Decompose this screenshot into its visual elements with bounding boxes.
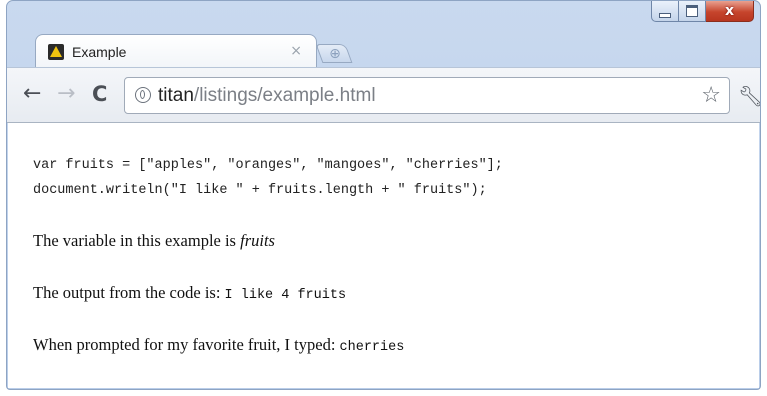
browser-window: x Example × ⊕ ← → C titan/listings/examp…	[6, 0, 761, 390]
reload-button[interactable]: C	[92, 82, 107, 106]
paragraph-prompt: When prompted for my favorite fruit, I t…	[33, 335, 404, 355]
forward-button[interactable]: →	[57, 82, 75, 106]
toolbar: ← → C titan/listings/example.html ☆ 🔧︎	[7, 67, 760, 123]
typed-value: cherries	[339, 340, 405, 355]
variable-name: fruits	[240, 231, 275, 250]
paragraph-output: The output from the code is: I like 4 fr…	[33, 283, 346, 303]
address-bar[interactable]: titan/listings/example.html ☆	[124, 77, 730, 114]
output-value: I like 4 fruits	[224, 288, 347, 303]
tab-title: Example	[72, 44, 127, 60]
minimize-icon	[659, 12, 671, 18]
paragraph-text: The variable in this example is	[33, 231, 241, 250]
window-controls: x	[651, 1, 754, 22]
wrench-menu-icon[interactable]: 🔧︎	[738, 84, 760, 108]
maximize-icon	[686, 5, 698, 17]
back-button[interactable]: ←	[23, 82, 41, 106]
code-block: var fruits = ["apples", "oranges", "mang…	[33, 153, 503, 203]
paragraph-variable: The variable in this example is fruits	[33, 231, 275, 251]
tab-example[interactable]: Example ×	[35, 34, 317, 68]
plus-icon: ⊕	[329, 46, 341, 62]
page-content: var fruits = ["apples", "oranges", "mang…	[8, 123, 759, 388]
url-host: titan	[158, 85, 194, 106]
favicon-icon	[48, 44, 64, 60]
minimize-button[interactable]	[651, 1, 679, 22]
code-line: document.writeln("I like " + fruits.leng…	[33, 183, 487, 198]
paragraph-text: When prompted for my favorite fruit, I t…	[33, 335, 340, 354]
maximize-button[interactable]	[679, 1, 706, 22]
close-window-button[interactable]: x	[706, 1, 754, 22]
url-text[interactable]: titan/listings/example.html	[158, 85, 376, 107]
bookmark-star-icon[interactable]: ☆	[701, 83, 721, 108]
paragraph-text: The output from the code is:	[33, 283, 225, 302]
code-line: var fruits = ["apples", "oranges", "mang…	[33, 158, 503, 173]
tab-close-icon[interactable]: ×	[290, 43, 302, 59]
close-icon: x	[724, 3, 735, 19]
globe-icon	[135, 87, 151, 103]
url-path: /listings/example.html	[193, 85, 376, 106]
